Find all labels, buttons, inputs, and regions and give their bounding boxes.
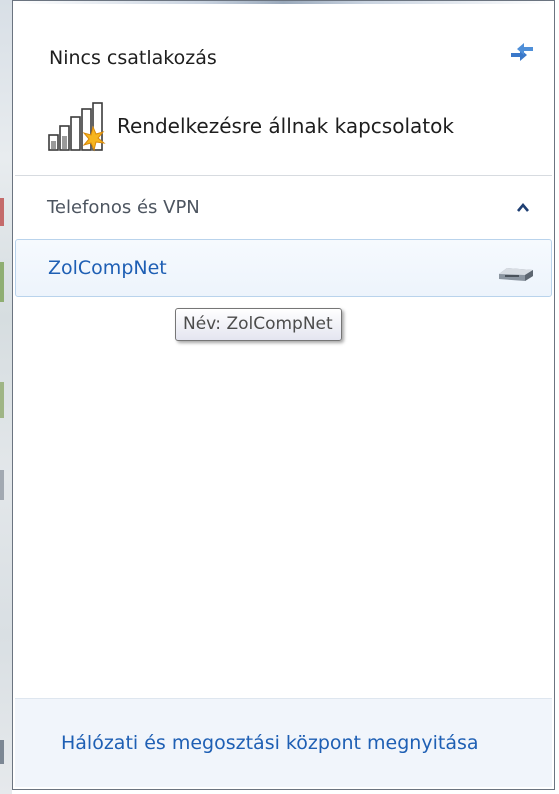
- edge-mark: [0, 740, 4, 764]
- top-border-glow: [13, 1, 554, 4]
- refresh-icon[interactable]: [508, 41, 536, 63]
- connection-tooltip: Név: ZolCompNet: [175, 308, 342, 341]
- section-label: Telefonos és VPN: [47, 197, 200, 218]
- chevron-up-icon[interactable]: [516, 200, 530, 214]
- connection-name: ZolCompNet: [48, 257, 167, 279]
- edge-mark: [0, 382, 4, 418]
- edge-mark: [0, 198, 4, 226]
- signal-bars-star-icon: [47, 101, 109, 153]
- footer: Hálózati és megosztási központ megnyitás…: [15, 698, 552, 787]
- edge-mark: [0, 470, 4, 500]
- available-connections-label: Rendelkezésre állnak kapcsolatok: [117, 114, 454, 138]
- connection-status-title: Nincs csatlakozás: [49, 47, 217, 69]
- edge-mark: [0, 262, 4, 302]
- divider: [15, 175, 552, 176]
- dialup-vpn-section-header[interactable]: Telefonos és VPN: [15, 182, 552, 234]
- open-network-sharing-center-link[interactable]: Hálózati és megosztási központ megnyitás…: [61, 732, 479, 754]
- desktop-edge: [0, 0, 12, 794]
- modem-icon: [495, 262, 537, 284]
- network-flyout: Nincs csatlakozás Rendelkezésre állnak k…: [12, 0, 555, 790]
- connection-item-zolcompnet[interactable]: ZolCompNet: [15, 239, 552, 297]
